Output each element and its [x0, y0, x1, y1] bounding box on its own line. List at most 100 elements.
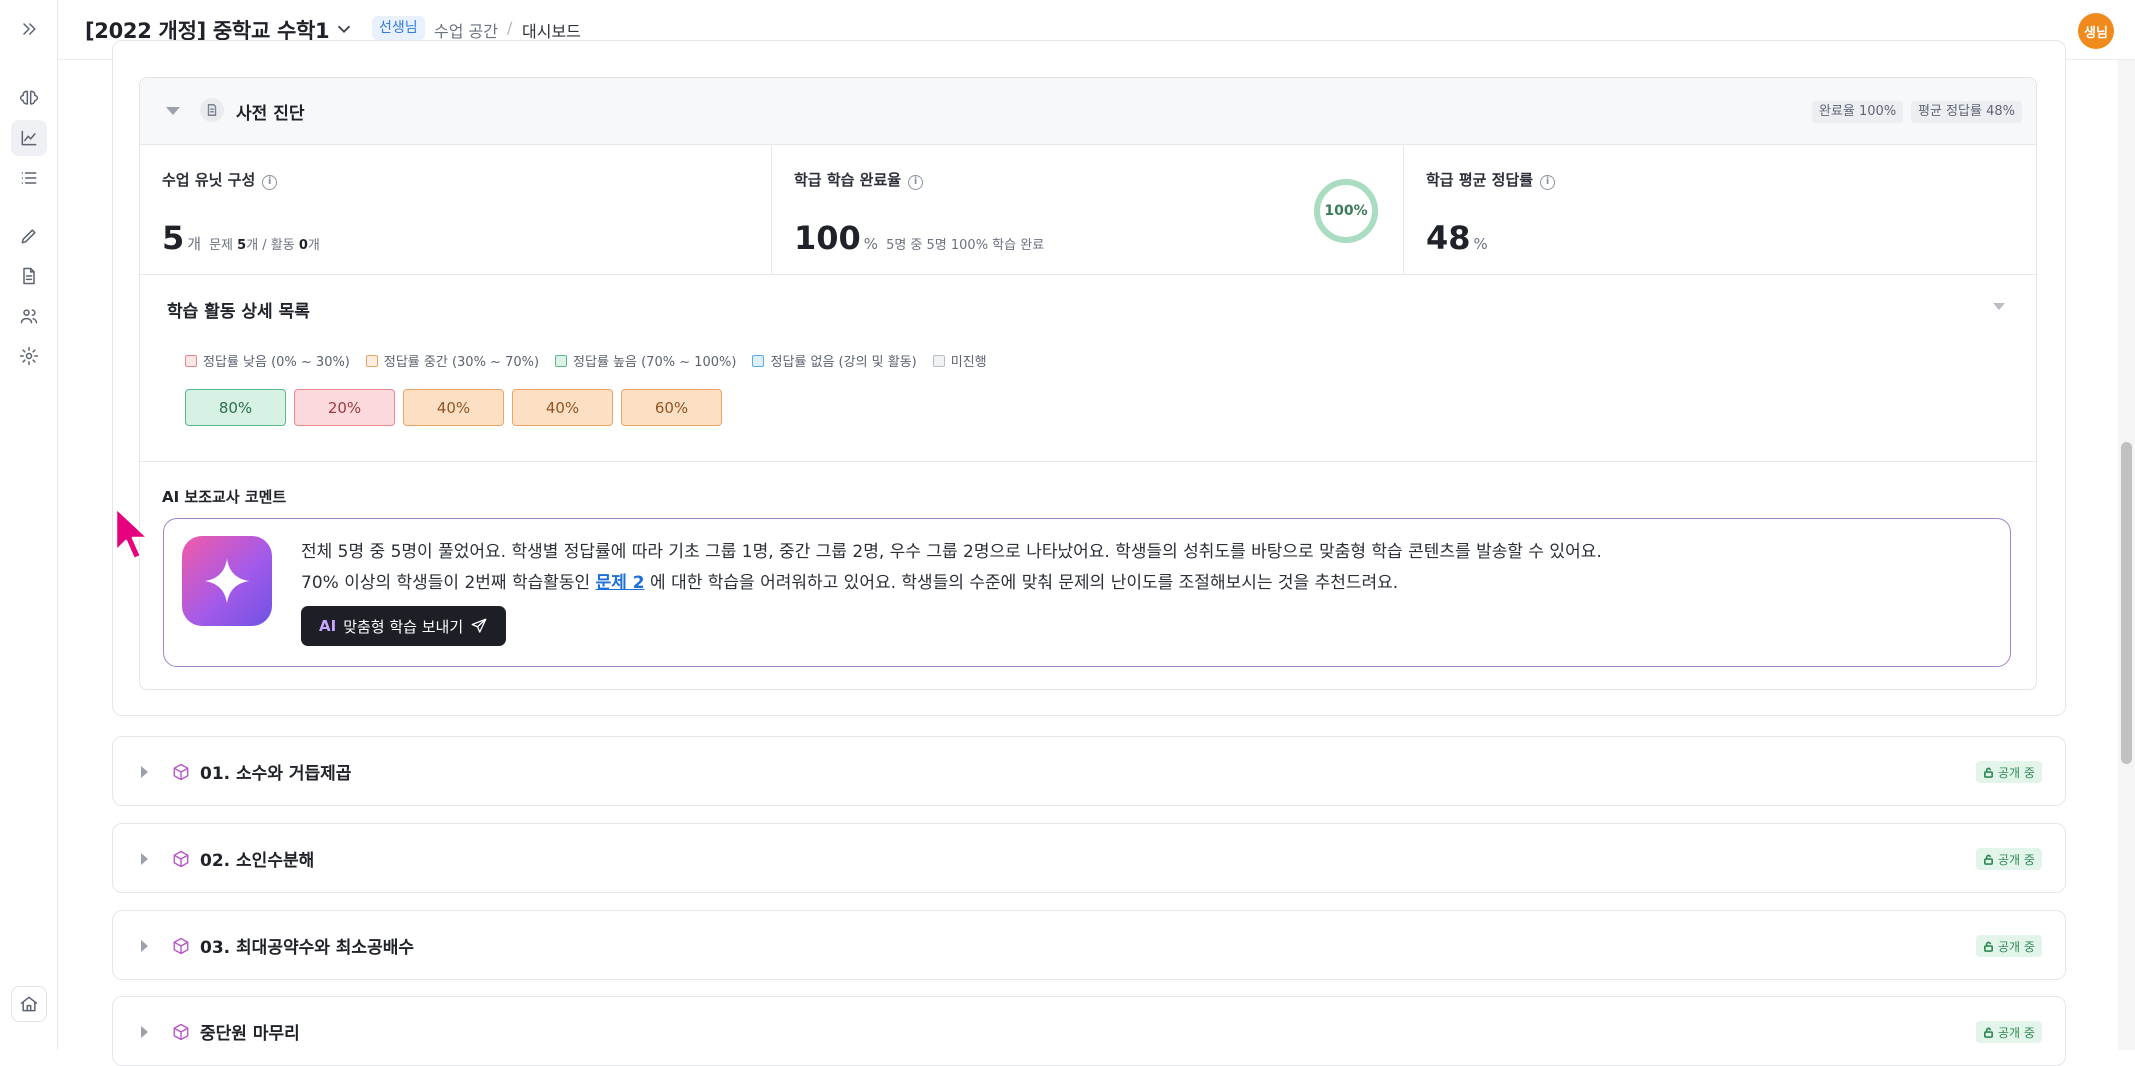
send-icon	[471, 618, 487, 633]
activity-chip-4[interactable]: 40%	[512, 389, 613, 426]
chevron-down-icon	[337, 25, 351, 34]
legend-swatch	[365, 354, 378, 367]
stat-completion-rate: 학급 학습 완료율 i 100% 5명 중 5명 100% 학습 완료	[772, 146, 1404, 274]
sidebar-item-edit[interactable]	[11, 218, 47, 254]
legend-label: 정답률 중간 (30% ~ 70%)	[383, 355, 540, 370]
expand-caret-icon[interactable]	[141, 1026, 148, 1038]
public-status-badge: 공개 중	[1976, 1021, 2042, 1043]
stat-label: 수업 유닛 구성 i	[162, 169, 278, 190]
expand-caret-icon[interactable]	[141, 853, 148, 865]
average-score-badge: 평균 정답률 48%	[1911, 101, 2022, 123]
problem-2-link[interactable]: 문제 2	[596, 573, 645, 593]
document-icon	[200, 98, 224, 122]
scrollbar-thumb[interactable]	[2121, 442, 2132, 764]
unlock-icon	[1984, 854, 1993, 865]
pre-diagnosis-header[interactable]: 사전 진단 완료율 100% 평균 정답률 48%	[140, 78, 2036, 145]
sidebar-item-students[interactable]	[11, 298, 47, 334]
gear-icon	[19, 346, 39, 366]
unit-title: 03. 최대공약수와 최소공배수	[200, 938, 414, 958]
breadcrumb-dashboard: 대시보드	[522, 22, 581, 41]
unlock-icon	[1984, 1027, 1993, 1038]
document-icon	[23, 267, 35, 285]
divider	[140, 274, 2036, 275]
role-badge: 선생님	[372, 16, 425, 40]
unit-row[interactable]: 01. 소수와 거듭제곱 공개 중	[112, 736, 2066, 806]
stat-unit-composition: 수업 유닛 구성 i 5 개 문제 5개 / 활동 0개	[140, 146, 772, 274]
home-icon	[20, 996, 38, 1012]
users-icon	[20, 309, 38, 324]
divider	[140, 461, 2036, 462]
legend-label: 정답률 높음 (70% ~ 100%)	[573, 355, 737, 370]
cube-icon	[172, 937, 190, 955]
send-personalized-learning-button[interactable]: AI 맞춤형 학습 보내기	[301, 606, 507, 646]
activity-list-title: 학습 활동 상세 목록	[167, 302, 310, 322]
unit-title: 01. 소수와 거듭제곱	[200, 764, 352, 784]
legend-item: 정답률 중간 (30% ~ 70%)	[365, 351, 540, 370]
sparkle-icon	[182, 536, 272, 626]
legend-label: 정답률 낮음 (0% ~ 30%)	[203, 355, 350, 370]
pre-diagnosis-section: 사전 진단 완료율 100% 평균 정답률 48% 수업 유닛 구성 i 5 개 문제…	[139, 77, 2037, 690]
sidebar-item-ai[interactable]	[11, 80, 47, 116]
stat-label: 학급 학습 완료율 i	[794, 169, 924, 190]
avatar[interactable]: 생님	[2078, 13, 2114, 49]
activity-chip-5[interactable]: 60%	[621, 389, 722, 426]
pencil-icon	[21, 229, 36, 244]
chart-line-icon	[21, 130, 37, 146]
course-select-button[interactable]	[333, 18, 355, 40]
unlock-icon	[1984, 941, 1993, 952]
stat-label: 학급 평균 정답률 i	[1426, 169, 1556, 190]
cube-icon	[172, 1023, 190, 1041]
unit-title: 02. 소인수분해	[200, 851, 315, 871]
info-icon[interactable]: i	[1540, 175, 1556, 190]
activity-chip-2[interactable]: 20%	[294, 389, 395, 426]
info-icon[interactable]: i	[908, 175, 924, 190]
unit-row[interactable]: 03. 최대공약수와 최소공배수 공개 중	[112, 910, 2066, 980]
unit-title: 중단원 마무리	[200, 1024, 300, 1044]
expand-caret-icon[interactable]	[141, 766, 148, 778]
stat-average-score: 학급 평균 정답률 i 48%	[1404, 146, 2036, 274]
home-button[interactable]	[11, 986, 47, 1022]
brain-icon	[19, 90, 39, 105]
legend-label: 정답률 없음 (강의 및 활동)	[770, 355, 917, 370]
section-title: 사전 진단	[236, 104, 305, 124]
legend-item: 정답률 없음 (강의 및 활동)	[752, 351, 917, 370]
legend-swatch	[185, 354, 197, 367]
unlock-icon	[1984, 767, 1993, 778]
legend-item: 정답률 높음 (70% ~ 100%)	[555, 351, 736, 370]
sidebar-item-documents[interactable]	[11, 258, 47, 294]
sidebar-item-list[interactable]	[11, 160, 47, 196]
sidebar	[0, 0, 58, 1050]
activity-chip-1[interactable]: 80%	[185, 389, 286, 426]
legend-swatch	[555, 354, 568, 367]
expand-sidebar-button[interactable]	[11, 11, 47, 47]
expand-caret-icon[interactable]	[141, 940, 148, 952]
ai-comment-label: AI 보조교사 코멘트	[162, 488, 287, 506]
score-legend: 정답률 낮음 (0% ~ 30%) 정답률 중간 (30% ~ 70%) 정답률 높…	[185, 351, 987, 370]
collapse-caret-icon[interactable]	[166, 107, 180, 115]
unit-row[interactable]: 02. 소인수분해 공개 중	[112, 823, 2066, 893]
public-status-badge: 공개 중	[1976, 761, 2042, 783]
mouse-cursor-icon	[114, 506, 150, 561]
legend-label: 미진행	[950, 355, 987, 370]
unit-row[interactable]: 중단원 마무리 공개 중	[112, 996, 2066, 1066]
activity-chips: 80% 20% 40% 40% 60%	[185, 389, 722, 426]
info-icon[interactable]: i	[262, 175, 278, 190]
cube-icon	[172, 850, 190, 868]
chevrons-right-icon	[23, 23, 36, 35]
stat-value: 100% 5명 중 5명 100% 학습 완료	[794, 219, 1045, 257]
sidebar-item-settings[interactable]	[11, 338, 47, 374]
ring-label: 100%	[1324, 203, 1368, 219]
breadcrumb-separator: /	[507, 18, 513, 37]
legend-item: 미진행	[932, 351, 987, 370]
activity-collapse-icon[interactable]	[1993, 303, 2005, 310]
breadcrumb-classroom[interactable]: 수업 공간	[434, 18, 498, 42]
ai-comment-line-1: 전체 5명 중 5명이 풀었어요. 학생별 정답률에 따라 기초 그룹 1명, …	[301, 542, 1602, 562]
completion-ring: 100%	[1312, 177, 1380, 245]
sidebar-item-dashboard[interactable]	[11, 120, 47, 156]
ai-comment-box: 전체 5명 중 5명이 풀었어요. 학생별 정답률에 따라 기초 그룹 1명, …	[163, 518, 2011, 667]
public-status-badge: 공개 중	[1976, 935, 2042, 957]
ai-comment-line-2: 70% 이상의 학생들이 2번째 학습활동인 문제 2 에 대한 학습을 어려워…	[301, 573, 1399, 593]
stat-value: 5 개 문제 5개 / 활동 0개	[162, 219, 320, 257]
activity-chip-3[interactable]: 40%	[403, 389, 504, 426]
list-icon	[21, 172, 37, 184]
